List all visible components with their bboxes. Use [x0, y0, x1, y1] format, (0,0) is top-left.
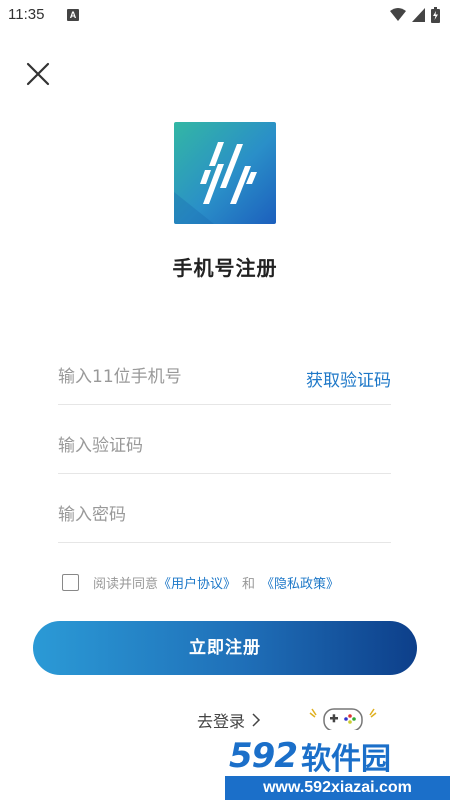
user-agreement-link[interactable]: 《用户协议》 [158, 573, 236, 592]
verification-code-field [58, 417, 391, 474]
chevron-right-icon [252, 713, 261, 727]
privacy-policy-link[interactable]: 《隐私政策》 [261, 573, 339, 592]
a-letter-icon: A [67, 9, 79, 21]
agree-checkbox[interactable] [62, 573, 79, 591]
agreement-and: 和 [242, 576, 256, 592]
watermark-name: 软件园 [300, 742, 391, 777]
watermark-number: 592 [229, 736, 298, 776]
cell-signal-icon [412, 8, 425, 22]
phone-input[interactable] [58, 362, 288, 392]
status-bar: 11:35 A [0, 0, 450, 32]
phone-field: 获取验证码 [58, 348, 391, 405]
watermark-logo: 592 软件园 www.592xiazai.com [225, 730, 450, 800]
watermark-url: www.592xiazai.com [225, 776, 450, 800]
watermark-brand: 592 软件园 [229, 736, 447, 777]
status-time: 11:35 [8, 6, 45, 23]
verification-code-input[interactable] [58, 431, 288, 461]
login-link[interactable]: 去登录 [197, 708, 261, 732]
page-title: 手机号注册 [172, 256, 278, 280]
close-button[interactable] [22, 58, 54, 90]
login-link-label: 去登录 [197, 712, 246, 731]
status-icons [390, 7, 440, 23]
register-screen: 11:35 A 手机号注册 输入11位手机号 获取验证码 输入验证码 阅读并同意… [0, 0, 450, 800]
register-button[interactable]: 立即注册 [33, 621, 417, 675]
app-logo [174, 122, 276, 224]
wifi-icon [390, 8, 406, 21]
agreement-prefix: 阅读并同意 [93, 576, 159, 592]
get-code-button[interactable]: 获取验证码 [306, 366, 391, 391]
agreement-row: 阅读并同意 《用户协议》 和 《隐私政策》 [62, 571, 339, 593]
close-icon [26, 62, 50, 86]
battery-icon [431, 7, 440, 23]
password-input[interactable] [58, 500, 288, 530]
password-field [58, 486, 391, 543]
